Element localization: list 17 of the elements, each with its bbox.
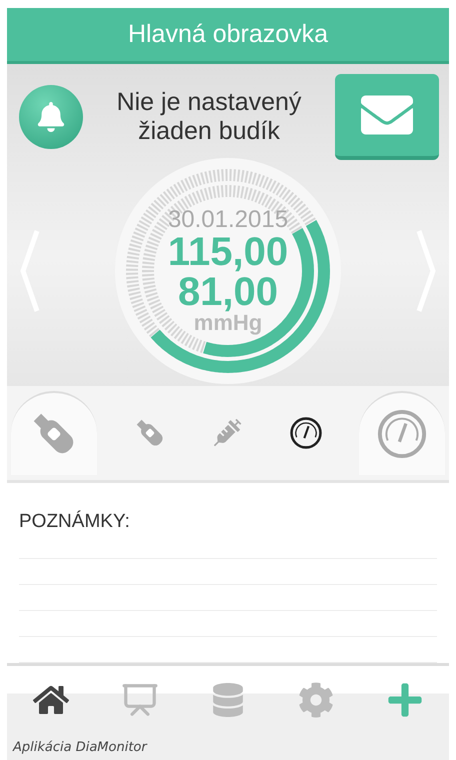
unit-label: mmHg xyxy=(194,312,262,334)
syringe-icon xyxy=(214,419,242,447)
previous-category-button[interactable] xyxy=(11,391,97,475)
bell-icon xyxy=(36,102,66,132)
gauge-icon xyxy=(376,408,428,460)
add-icon xyxy=(386,681,424,720)
diastolic-value: 81,00 xyxy=(178,272,278,312)
alarm-status-text: Nie je nastavený žiaden budík xyxy=(116,88,302,146)
image-caption: Aplikácia DiaMonitor xyxy=(7,734,449,760)
notes-label: POZNÁMKY: xyxy=(19,511,131,534)
screen-title: Hlavná obrazovka xyxy=(7,8,449,64)
settings-icon xyxy=(298,682,334,718)
reading-date: 30.01.2015 xyxy=(168,208,288,232)
message-button[interactable] xyxy=(335,74,439,160)
systolic-value: 115,00 xyxy=(168,232,288,272)
next-category-button[interactable] xyxy=(359,391,445,475)
gauge-icon xyxy=(289,416,323,450)
